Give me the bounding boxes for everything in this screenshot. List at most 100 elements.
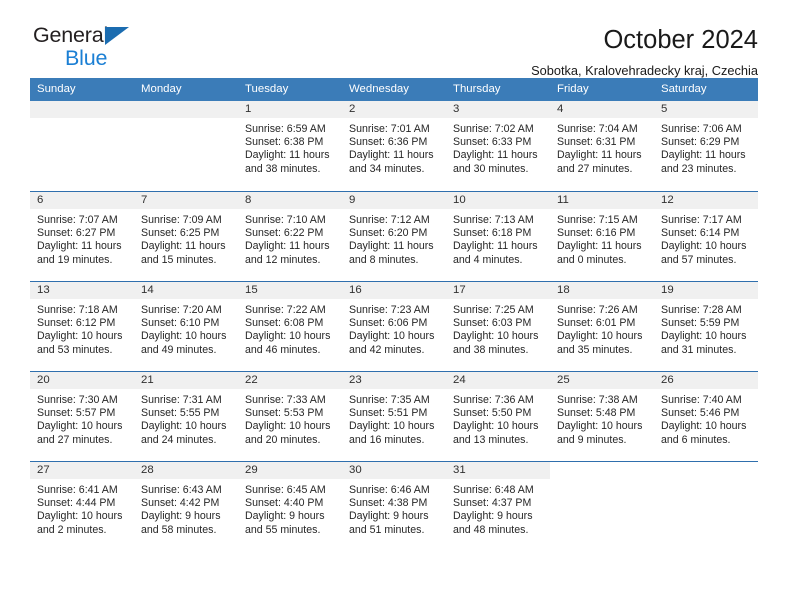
day-number: 1 <box>238 100 342 118</box>
day-number: 9 <box>342 191 446 209</box>
calendar-cell <box>550 460 654 551</box>
day-number <box>654 461 758 479</box>
calendar-day-cell[interactable]: 15 Sunrise: 7:22 AM Sunset: 6:08 PM Dayligh… <box>238 280 342 371</box>
calendar-day-cell[interactable]: 21 Sunrise: 7:31 AM Sunset: 5:55 PM Dayligh… <box>134 370 238 461</box>
day-details: Sunrise: 7:25 AM Sunset: 6:03 PM Daylight:… <box>446 299 550 358</box>
day-details: Sunrise: 6:41 AM Sunset: 4:44 PM Daylight:… <box>30 479 134 538</box>
day-details: Sunrise: 7:13 AM Sunset: 6:18 PM Daylight:… <box>446 209 550 268</box>
calendar-day-cell[interactable]: 7 Sunrise: 7:09 AM Sunset: 6:25 PM Daylight… <box>134 190 238 281</box>
calendar-cell: 26 Sunrise: 7:40 AM Sunset: 5:46 PM Dayligh… <box>654 370 758 461</box>
calendar-cell: 28 Sunrise: 6:43 AM Sunset: 4:42 PM Dayligh… <box>134 460 238 551</box>
calendar-day-cell[interactable]: 10 Sunrise: 7:13 AM Sunset: 6:18 PM Dayligh… <box>446 190 550 281</box>
calendar-day-cell[interactable]: 25 Sunrise: 7:38 AM Sunset: 5:48 PM Dayligh… <box>550 370 654 461</box>
calendar-day-cell[interactable]: 1 Sunrise: 6:59 AM Sunset: 6:38 PM Daylight… <box>238 100 342 191</box>
day-number: 6 <box>30 191 134 209</box>
calendar-day-cell[interactable]: 17 Sunrise: 7:25 AM Sunset: 6:03 PM Dayligh… <box>446 280 550 371</box>
weekday-header-monday: Monday <box>134 78 238 101</box>
daylight-text: Daylight: 10 hours and 6 minutes. <box>661 420 747 446</box>
sunrise-text: Sunrise: 7:10 AM <box>245 213 326 226</box>
sunset-text: Sunset: 4:44 PM <box>37 496 116 509</box>
sunset-text: Sunset: 4:38 PM <box>349 496 428 509</box>
calendar-table: Sunday Monday Tuesday Wednesday Thursday… <box>30 78 758 551</box>
generalblue-logo[interactable]: General Blue <box>33 24 203 77</box>
calendar-day-cell[interactable]: 29 Sunrise: 6:45 AM Sunset: 4:40 PM Dayligh… <box>238 460 342 551</box>
sunrise-text: Sunrise: 7:09 AM <box>141 213 222 226</box>
daylight-text: Daylight: 11 hours and 8 minutes. <box>349 240 434 266</box>
sunrise-text: Sunrise: 7:33 AM <box>245 393 326 406</box>
sunset-text: Sunset: 6:01 PM <box>557 316 636 329</box>
sunrise-text: Sunrise: 7:17 AM <box>661 213 742 226</box>
calendar-day-cell[interactable]: 23 Sunrise: 7:35 AM Sunset: 5:51 PM Dayligh… <box>342 370 446 461</box>
day-number: 13 <box>30 281 134 299</box>
calendar-day-cell[interactable]: 28 Sunrise: 6:43 AM Sunset: 4:42 PM Dayligh… <box>134 460 238 551</box>
daylight-text: Daylight: 11 hours and 4 minutes. <box>453 240 538 266</box>
day-details: Sunrise: 6:46 AM Sunset: 4:38 PM Daylight:… <box>342 479 446 538</box>
calendar-day-cell[interactable]: 26 Sunrise: 7:40 AM Sunset: 5:46 PM Dayligh… <box>654 370 758 461</box>
calendar-day-cell[interactable]: 8 Sunrise: 7:10 AM Sunset: 6:22 PM Daylight… <box>238 190 342 281</box>
calendar-day-cell[interactable]: 19 Sunrise: 7:28 AM Sunset: 5:59 PM Dayligh… <box>654 280 758 371</box>
daylight-text: Daylight: 11 hours and 19 minutes. <box>37 240 122 266</box>
sunset-text: Sunset: 6:22 PM <box>245 226 324 239</box>
daylight-text: Daylight: 11 hours and 27 minutes. <box>557 149 642 175</box>
sunset-text: Sunset: 5:46 PM <box>661 406 740 419</box>
sunrise-text: Sunrise: 7:38 AM <box>557 393 638 406</box>
calendar-cell: 30 Sunrise: 6:46 AM Sunset: 4:38 PM Dayligh… <box>342 460 446 551</box>
sunset-text: Sunset: 5:48 PM <box>557 406 636 419</box>
day-number: 29 <box>238 461 342 479</box>
calendar-day-cell-empty <box>654 460 758 551</box>
calendar-day-cell[interactable]: 16 Sunrise: 7:23 AM Sunset: 6:06 PM Dayligh… <box>342 280 446 371</box>
daylight-text: Daylight: 10 hours and 24 minutes. <box>141 420 227 446</box>
sunrise-text: Sunrise: 6:45 AM <box>245 483 326 496</box>
sunrise-text: Sunrise: 7:30 AM <box>37 393 118 406</box>
calendar-day-cell-empty <box>134 100 238 191</box>
calendar-cell: 22 Sunrise: 7:33 AM Sunset: 5:53 PM Dayligh… <box>238 370 342 461</box>
calendar-day-cell[interactable]: 20 Sunrise: 7:30 AM Sunset: 5:57 PM Dayligh… <box>30 370 134 461</box>
calendar-day-cell[interactable]: 22 Sunrise: 7:33 AM Sunset: 5:53 PM Dayligh… <box>238 370 342 461</box>
sunrise-text: Sunrise: 7:07 AM <box>37 213 118 226</box>
calendar-day-cell[interactable]: 3 Sunrise: 7:02 AM Sunset: 6:33 PM Daylight… <box>446 100 550 191</box>
daylight-text: Daylight: 9 hours and 48 minutes. <box>453 510 533 536</box>
day-details: Sunrise: 7:38 AM Sunset: 5:48 PM Daylight:… <box>550 389 654 448</box>
day-number <box>134 100 238 118</box>
day-number <box>550 461 654 479</box>
day-details: Sunrise: 7:09 AM Sunset: 6:25 PM Daylight:… <box>134 209 238 268</box>
calendar-day-cell[interactable]: 4 Sunrise: 7:04 AM Sunset: 6:31 PM Daylight… <box>550 100 654 191</box>
calendar-day-cell[interactable]: 30 Sunrise: 6:46 AM Sunset: 4:38 PM Dayligh… <box>342 460 446 551</box>
calendar-day-cell[interactable]: 9 Sunrise: 7:12 AM Sunset: 6:20 PM Daylight… <box>342 190 446 281</box>
calendar-day-cell[interactable]: 6 Sunrise: 7:07 AM Sunset: 6:27 PM Daylight… <box>30 190 134 281</box>
sunset-text: Sunset: 5:53 PM <box>245 406 324 419</box>
daylight-text: Daylight: 11 hours and 0 minutes. <box>557 240 642 266</box>
calendar-day-cell[interactable]: 5 Sunrise: 7:06 AM Sunset: 6:29 PM Daylight… <box>654 100 758 191</box>
calendar-day-cell[interactable]: 24 Sunrise: 7:36 AM Sunset: 5:50 PM Dayligh… <box>446 370 550 461</box>
calendar-day-cell[interactable]: 18 Sunrise: 7:26 AM Sunset: 6:01 PM Dayligh… <box>550 280 654 371</box>
calendar-page: General Blue October 2024 Sobotka, Kralo… <box>0 0 792 612</box>
day-details: Sunrise: 7:20 AM Sunset: 6:10 PM Daylight:… <box>134 299 238 358</box>
day-number: 18 <box>550 281 654 299</box>
day-details: Sunrise: 7:36 AM Sunset: 5:50 PM Daylight:… <box>446 389 550 448</box>
calendar-day-cell[interactable]: 27 Sunrise: 6:41 AM Sunset: 4:44 PM Dayligh… <box>30 460 134 551</box>
calendar-day-cell[interactable]: 12 Sunrise: 7:17 AM Sunset: 6:14 PM Dayligh… <box>654 190 758 281</box>
day-details: Sunrise: 7:40 AM Sunset: 5:46 PM Daylight:… <box>654 389 758 448</box>
daylight-text: Daylight: 11 hours and 15 minutes. <box>141 240 226 266</box>
day-details: Sunrise: 7:12 AM Sunset: 6:20 PM Daylight:… <box>342 209 446 268</box>
day-details: Sunrise: 7:30 AM Sunset: 5:57 PM Daylight:… <box>30 389 134 448</box>
calendar-cell: 11 Sunrise: 7:15 AM Sunset: 6:16 PM Dayligh… <box>550 190 654 281</box>
calendar-day-cell[interactable]: 31 Sunrise: 6:48 AM Sunset: 4:37 PM Dayligh… <box>446 460 550 551</box>
page-header: General Blue October 2024 Sobotka, Kralo… <box>30 0 758 78</box>
sunset-text: Sunset: 6:10 PM <box>141 316 220 329</box>
day-number: 2 <box>342 100 446 118</box>
calendar-cell <box>654 460 758 551</box>
day-details: Sunrise: 7:06 AM Sunset: 6:29 PM Daylight:… <box>654 118 758 177</box>
calendar-day-cell[interactable]: 2 Sunrise: 7:01 AM Sunset: 6:36 PM Daylight… <box>342 100 446 191</box>
calendar-cell: 31 Sunrise: 6:48 AM Sunset: 4:37 PM Dayligh… <box>446 460 550 551</box>
calendar-day-cell[interactable]: 14 Sunrise: 7:20 AM Sunset: 6:10 PM Dayligh… <box>134 280 238 371</box>
day-number: 23 <box>342 371 446 389</box>
day-number: 5 <box>654 100 758 118</box>
sunrise-text: Sunrise: 7:25 AM <box>453 303 534 316</box>
calendar-cell: 15 Sunrise: 7:22 AM Sunset: 6:08 PM Dayligh… <box>238 280 342 371</box>
calendar-day-cell[interactable]: 11 Sunrise: 7:15 AM Sunset: 6:16 PM Dayligh… <box>550 190 654 281</box>
calendar-day-cell[interactable]: 13 Sunrise: 7:18 AM Sunset: 6:12 PM Dayligh… <box>30 280 134 371</box>
calendar-cell: 24 Sunrise: 7:36 AM Sunset: 5:50 PM Dayligh… <box>446 370 550 461</box>
day-details: Sunrise: 7:17 AM Sunset: 6:14 PM Daylight:… <box>654 209 758 268</box>
daylight-text: Daylight: 10 hours and 27 minutes. <box>37 420 123 446</box>
